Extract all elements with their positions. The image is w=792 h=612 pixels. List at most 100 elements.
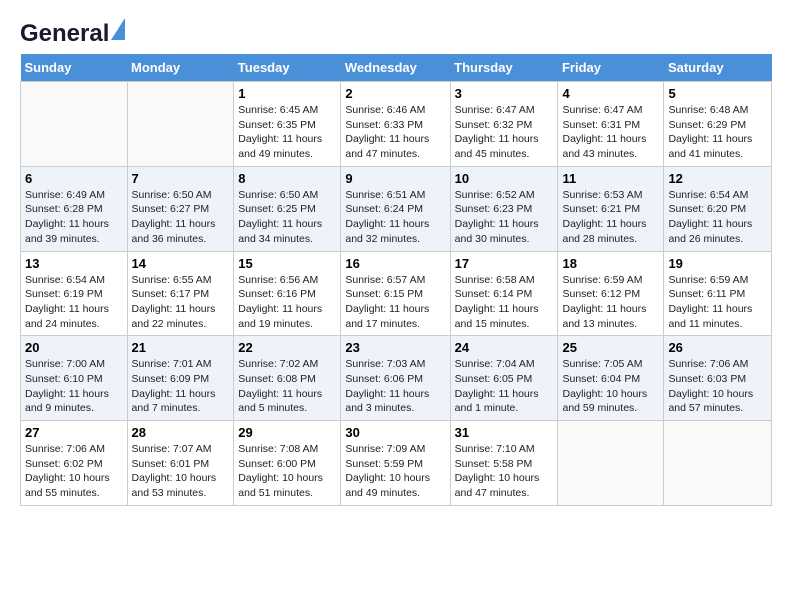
- calendar-cell: 8 Sunrise: 6:50 AM Sunset: 6:25 PM Daylig…: [234, 166, 341, 251]
- day-info: Sunrise: 6:48 AM Sunset: 6:29 PM Dayligh…: [668, 103, 767, 162]
- calendar-cell: 19Sunrise: 6:59 AM Sunset: 6:11 PM Dayli…: [664, 251, 772, 336]
- calendar-cell: 22Sunrise: 7:02 AM Sunset: 6:08 PM Dayli…: [234, 336, 341, 421]
- day-number: 8: [238, 171, 336, 186]
- day-number: 9: [345, 171, 445, 186]
- week-row-3: 13 Sunrise: 6:54 AM Sunset: 6:19 PM Dayli…: [21, 251, 772, 336]
- day-info: Sunrise: 7:04 AM Sunset: 6:05 PM Dayligh…: [455, 357, 554, 416]
- day-number: 17: [455, 256, 554, 271]
- day-number: 19: [668, 256, 767, 271]
- day-info: Sunrise: 6:55 AM Sunset: 6:17 PM Dayligh…: [132, 273, 230, 332]
- calendar-cell: 25 Sunrise: 7:05 AM Sunset: 6:04 PM Dayli…: [558, 336, 664, 421]
- day-info: Sunrise: 7:03 AM Sunset: 6:06 PM Dayligh…: [345, 357, 445, 416]
- calendar-cell: 24Sunrise: 7:04 AM Sunset: 6:05 PM Dayli…: [450, 336, 558, 421]
- calendar-cell: [664, 421, 772, 506]
- week-row-4: 20Sunrise: 7:00 AM Sunset: 6:10 PM Dayli…: [21, 336, 772, 421]
- day-info: Sunrise: 7:07 AM Sunset: 6:01 PM Dayligh…: [132, 442, 230, 501]
- day-info: Sunrise: 7:08 AM Sunset: 6:00 PM Dayligh…: [238, 442, 336, 501]
- col-header-sunday: Sunday: [21, 54, 128, 82]
- day-number: 2: [345, 86, 445, 101]
- day-info: Sunrise: 7:02 AM Sunset: 6:08 PM Dayligh…: [238, 357, 336, 416]
- day-info: Sunrise: 6:47 AM Sunset: 6:31 PM Dayligh…: [562, 103, 659, 162]
- calendar-cell: 28Sunrise: 7:07 AM Sunset: 6:01 PM Dayli…: [127, 421, 234, 506]
- calendar-cell: 16 Sunrise: 6:57 AM Sunset: 6:15 PM Dayli…: [341, 251, 450, 336]
- day-info: Sunrise: 6:49 AM Sunset: 6:28 PM Dayligh…: [25, 188, 123, 247]
- day-number: 20: [25, 340, 123, 355]
- day-number: 26: [668, 340, 767, 355]
- day-number: 31: [455, 425, 554, 440]
- calendar-cell: 17 Sunrise: 6:58 AM Sunset: 6:14 PM Dayli…: [450, 251, 558, 336]
- day-number: 15: [238, 256, 336, 271]
- calendar-cell: 31 Sunrise: 7:10 AM Sunset: 5:58 PM Dayli…: [450, 421, 558, 506]
- day-number: 30: [345, 425, 445, 440]
- calendar-cell: [127, 82, 234, 167]
- day-info: Sunrise: 6:50 AM Sunset: 6:27 PM Dayligh…: [132, 188, 230, 247]
- calendar-cell: 29 Sunrise: 7:08 AM Sunset: 6:00 PM Dayli…: [234, 421, 341, 506]
- day-info: Sunrise: 7:06 AM Sunset: 6:03 PM Dayligh…: [668, 357, 767, 416]
- day-number: 29: [238, 425, 336, 440]
- day-number: 3: [455, 86, 554, 101]
- col-header-thursday: Thursday: [450, 54, 558, 82]
- col-header-tuesday: Tuesday: [234, 54, 341, 82]
- day-number: 5: [668, 86, 767, 101]
- week-row-1: 1 Sunrise: 6:45 AM Sunset: 6:35 PM Daylig…: [21, 82, 772, 167]
- calendar-cell: 1 Sunrise: 6:45 AM Sunset: 6:35 PM Daylig…: [234, 82, 341, 167]
- col-header-friday: Friday: [558, 54, 664, 82]
- calendar-cell: 18Sunrise: 6:59 AM Sunset: 6:12 PM Dayli…: [558, 251, 664, 336]
- calendar-table: SundayMondayTuesdayWednesdayThursdayFrid…: [20, 54, 772, 506]
- week-row-2: 6 Sunrise: 6:49 AM Sunset: 6:28 PM Daylig…: [21, 166, 772, 251]
- calendar-cell: [558, 421, 664, 506]
- calendar-cell: 21Sunrise: 7:01 AM Sunset: 6:09 PM Dayli…: [127, 336, 234, 421]
- day-info: Sunrise: 6:56 AM Sunset: 6:16 PM Dayligh…: [238, 273, 336, 332]
- calendar-cell: 13 Sunrise: 6:54 AM Sunset: 6:19 PM Dayli…: [21, 251, 128, 336]
- day-info: Sunrise: 6:54 AM Sunset: 6:19 PM Dayligh…: [25, 273, 123, 332]
- day-number: 14: [132, 256, 230, 271]
- calendar-cell: 5 Sunrise: 6:48 AM Sunset: 6:29 PM Daylig…: [664, 82, 772, 167]
- day-number: 10: [455, 171, 554, 186]
- calendar-cell: 6 Sunrise: 6:49 AM Sunset: 6:28 PM Daylig…: [21, 166, 128, 251]
- day-number: 6: [25, 171, 123, 186]
- day-info: Sunrise: 7:05 AM Sunset: 6:04 PM Dayligh…: [562, 357, 659, 416]
- day-info: Sunrise: 7:06 AM Sunset: 6:02 PM Dayligh…: [25, 442, 123, 501]
- day-info: Sunrise: 6:46 AM Sunset: 6:33 PM Dayligh…: [345, 103, 445, 162]
- calendar-cell: 15 Sunrise: 6:56 AM Sunset: 6:16 PM Dayli…: [234, 251, 341, 336]
- day-number: 13: [25, 256, 123, 271]
- col-header-saturday: Saturday: [664, 54, 772, 82]
- day-info: Sunrise: 7:09 AM Sunset: 5:59 PM Dayligh…: [345, 442, 445, 501]
- calendar-cell: 20Sunrise: 7:00 AM Sunset: 6:10 PM Dayli…: [21, 336, 128, 421]
- logo-general: General: [20, 20, 109, 47]
- day-info: Sunrise: 6:54 AM Sunset: 6:20 PM Dayligh…: [668, 188, 767, 247]
- calendar-cell: 30 Sunrise: 7:09 AM Sunset: 5:59 PM Dayli…: [341, 421, 450, 506]
- calendar-cell: 7 Sunrise: 6:50 AM Sunset: 6:27 PM Daylig…: [127, 166, 234, 251]
- day-number: 27: [25, 425, 123, 440]
- page-header: General: [20, 20, 772, 44]
- logo: General: [20, 20, 109, 44]
- day-info: Sunrise: 6:45 AM Sunset: 6:35 PM Dayligh…: [238, 103, 336, 162]
- calendar-cell: 9Sunrise: 6:51 AM Sunset: 6:24 PM Daylig…: [341, 166, 450, 251]
- day-number: 25: [562, 340, 659, 355]
- day-info: Sunrise: 6:50 AM Sunset: 6:25 PM Dayligh…: [238, 188, 336, 247]
- week-row-5: 27 Sunrise: 7:06 AM Sunset: 6:02 PM Dayli…: [21, 421, 772, 506]
- col-header-monday: Monday: [127, 54, 234, 82]
- day-number: 12: [668, 171, 767, 186]
- day-number: 16: [345, 256, 445, 271]
- logo-triangle: [111, 18, 125, 40]
- day-info: Sunrise: 7:01 AM Sunset: 6:09 PM Dayligh…: [132, 357, 230, 416]
- day-info: Sunrise: 6:58 AM Sunset: 6:14 PM Dayligh…: [455, 273, 554, 332]
- header-row: SundayMondayTuesdayWednesdayThursdayFrid…: [21, 54, 772, 82]
- day-number: 4: [562, 86, 659, 101]
- calendar-cell: 11Sunrise: 6:53 AM Sunset: 6:21 PM Dayli…: [558, 166, 664, 251]
- day-number: 1: [238, 86, 336, 101]
- calendar-cell: 23Sunrise: 7:03 AM Sunset: 6:06 PM Dayli…: [341, 336, 450, 421]
- col-header-wednesday: Wednesday: [341, 54, 450, 82]
- day-number: 11: [562, 171, 659, 186]
- day-info: Sunrise: 6:52 AM Sunset: 6:23 PM Dayligh…: [455, 188, 554, 247]
- calendar-cell: 14 Sunrise: 6:55 AM Sunset: 6:17 PM Dayli…: [127, 251, 234, 336]
- day-info: Sunrise: 6:47 AM Sunset: 6:32 PM Dayligh…: [455, 103, 554, 162]
- calendar-cell: 4 Sunrise: 6:47 AM Sunset: 6:31 PM Daylig…: [558, 82, 664, 167]
- day-info: Sunrise: 7:10 AM Sunset: 5:58 PM Dayligh…: [455, 442, 554, 501]
- day-number: 7: [132, 171, 230, 186]
- day-number: 18: [562, 256, 659, 271]
- day-info: Sunrise: 6:57 AM Sunset: 6:15 PM Dayligh…: [345, 273, 445, 332]
- calendar-cell: 10 Sunrise: 6:52 AM Sunset: 6:23 PM Dayli…: [450, 166, 558, 251]
- calendar-cell: 12 Sunrise: 6:54 AM Sunset: 6:20 PM Dayli…: [664, 166, 772, 251]
